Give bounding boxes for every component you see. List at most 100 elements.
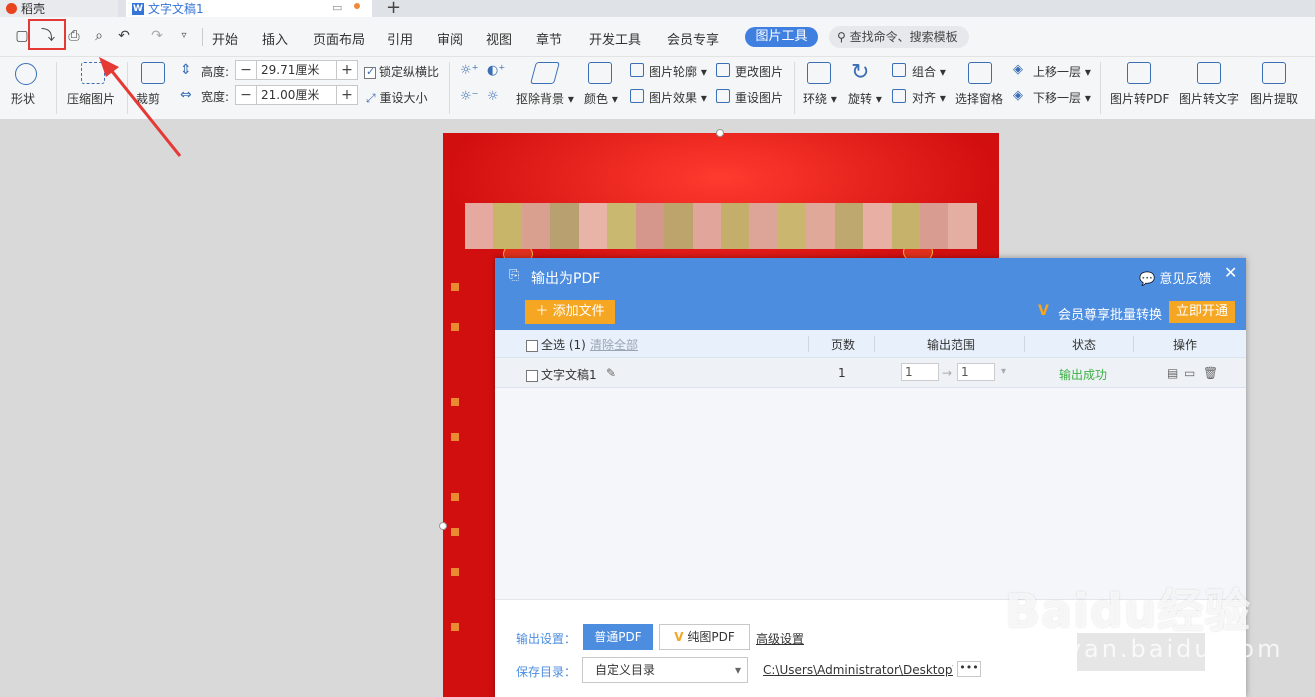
reset-picture-button[interactable]: 重设图片 [735,89,783,106]
picture-extract-button[interactable]: 图片提取 [1250,90,1298,107]
menu-view[interactable]: 视图 [486,29,512,48]
close-icon[interactable]: ✕ [1224,263,1237,282]
pdf-export-icon: ⎘ [509,268,520,283]
wrap-button[interactable]: 环绕 ▾ [803,90,837,107]
bring-forward-button[interactable]: 上移一层 ▾ [1033,63,1091,80]
tab-docer[interactable]: 稻壳 [0,0,118,17]
picture-effect-button[interactable]: 图片效果 ▾ [649,89,707,106]
feedback-label: 意见反馈 [1159,272,1212,287]
tab-picture-tools[interactable]: 图片工具 [745,27,818,47]
remove-background-button[interactable]: 抠除背景 ▾ [516,90,574,107]
picture-to-text-button[interactable]: 图片转文字 [1179,90,1239,107]
menu-developer[interactable]: 开发工具 [589,29,641,48]
undo-icon[interactable]: ↶ [116,28,132,44]
menu-page-layout[interactable]: 页面布局 [313,29,365,48]
print-preview-icon[interactable]: ⌕ [91,28,107,44]
menu-member[interactable]: 会员专享 [667,29,719,48]
brightness-up-icon[interactable]: ☼⁺ [460,63,479,78]
menu-bar [0,17,1315,57]
picture-extract-icon[interactable] [1262,62,1286,84]
send-backward-button[interactable]: 下移一层 ▾ [1033,89,1091,106]
clear-all-link[interactable]: 清除全部 [590,336,638,353]
menu-review[interactable]: 审阅 [437,29,463,48]
new-tab-plus-icon[interactable]: + [386,0,401,18]
shape-icon[interactable] [15,63,37,85]
range-from-input[interactable]: 1 [901,363,939,381]
command-search[interactable]: ⚲ 查找命令、搜索模板 [829,26,969,48]
range-dropdown-icon[interactable]: ▾ [1001,366,1006,377]
separator [202,28,203,46]
height-decrease-button[interactable]: − [236,61,256,79]
color-button[interactable]: 颜色 ▾ [584,90,618,107]
annotation-arrow [99,57,182,157]
reset-size-button[interactable]: ⤢ 重设大小 [366,89,427,106]
shape-button[interactable]: 形状 [11,90,35,107]
picture-to-pdf-button[interactable]: 图片转PDF [1110,90,1169,107]
save-path-link[interactable]: C:\Users\Administrator\Desktop\ [763,663,953,677]
rotate-button[interactable]: 旋转 ▾ [848,90,882,107]
wrap-text-icon[interactable] [807,62,831,84]
change-picture-button[interactable]: 更改图片 [735,63,783,80]
resize-handle-left[interactable] [439,522,447,530]
save-dir-select[interactable]: 自定义目录 [582,657,748,683]
contrast-up-icon[interactable]: ◐⁺ [487,63,505,78]
height-input[interactable]: 29.71厘米 [256,61,337,79]
group-button[interactable]: 组合 ▾ [912,63,946,80]
range-to-input[interactable]: 1 [957,363,995,381]
height-stepper[interactable]: − 29.71厘米 + [235,60,358,80]
lock-ratio-checkbox[interactable]: 锁定纵横比 [364,63,439,80]
group-label: 组合 [912,65,937,79]
watermark-url: jingyan.baidu.com [1011,635,1284,663]
range-arrow-icon: → [942,366,953,380]
width-input[interactable]: 21.00厘米 [256,86,337,104]
picture-to-pdf-icon[interactable] [1127,62,1151,84]
color-icon[interactable] [588,62,612,84]
select-all-label: 全选 (1) [541,338,586,352]
rotate-icon[interactable]: ↻ [851,60,869,85]
col-status: 状态 [1072,338,1097,352]
rename-edit-icon[interactable]: ✎ [606,366,616,380]
picture-outline-button[interactable]: 图片轮廓 ▾ [649,63,707,80]
width-stepper[interactable]: − 21.00厘米 + [235,85,358,105]
browse-more-button[interactable]: ••• [957,661,981,677]
file-table-header: 全选 (1) 清除全部 页数 输出范围 状态 操作 [495,330,1246,358]
monitor-icon[interactable]: ▭ [332,1,342,14]
contrast-down-icon[interactable]: ☼ [487,89,499,104]
normal-pdf-button[interactable]: 普通PDF [583,624,653,650]
reset-size-icon: ⤢ [366,91,376,105]
add-file-button[interactable]: ＋ 添加文件 [525,300,615,324]
open-folder-icon[interactable]: ▭ [1184,366,1195,380]
lock-ratio-label: 锁定纵横比 [379,65,440,79]
pure-image-pdf-button[interactable]: V 纯图PDF [659,624,750,650]
align-button[interactable]: 对齐 ▾ [912,89,946,106]
select-all-checkbox[interactable]: 全选 (1) [526,336,586,353]
width-increase-button[interactable]: + [337,86,357,104]
width-decrease-button[interactable]: − [236,86,256,104]
menu-references[interactable]: 引用 [387,29,413,48]
text-fragment [451,433,459,441]
advanced-settings-link[interactable]: 高级设置 [756,630,804,647]
height-increase-button[interactable]: + [337,61,357,79]
row-checkbox[interactable]: 文字文稿1 [526,366,597,383]
tab-document[interactable]: W 文字文稿1 ▭ [126,0,372,17]
open-file-icon[interactable]: ▤ [1167,366,1178,380]
print-icon[interactable]: ⎙ [66,28,82,44]
menu-start[interactable]: 开始 [212,29,238,48]
menu-section[interactable]: 章节 [536,29,562,48]
brightness-down-icon[interactable]: ☼⁻ [460,89,479,104]
open-vip-button[interactable]: 立即开通 [1169,301,1235,323]
selection-pane-icon[interactable] [968,62,992,84]
text-fragment [451,283,459,291]
change-picture-icon [716,63,730,77]
redo-icon[interactable]: ↷ [149,28,165,44]
delete-trash-icon[interactable]: 🗑 [1203,366,1218,380]
selection-pane-button[interactable]: 选择窗格 [955,90,1003,107]
add-file-label: 添加文件 [552,304,605,319]
resize-handle-top[interactable] [716,129,724,137]
menu-insert[interactable]: 插入 [262,29,288,48]
picture-to-text-icon[interactable] [1197,62,1221,84]
watermark-brand: Baidu经验 [1005,584,1252,638]
picture-effect-label: 图片效果 [649,91,698,105]
customize-toolbar-icon[interactable]: ▿ [176,28,192,44]
feedback-link[interactable]: 💬 意见反馈 [1139,268,1211,287]
